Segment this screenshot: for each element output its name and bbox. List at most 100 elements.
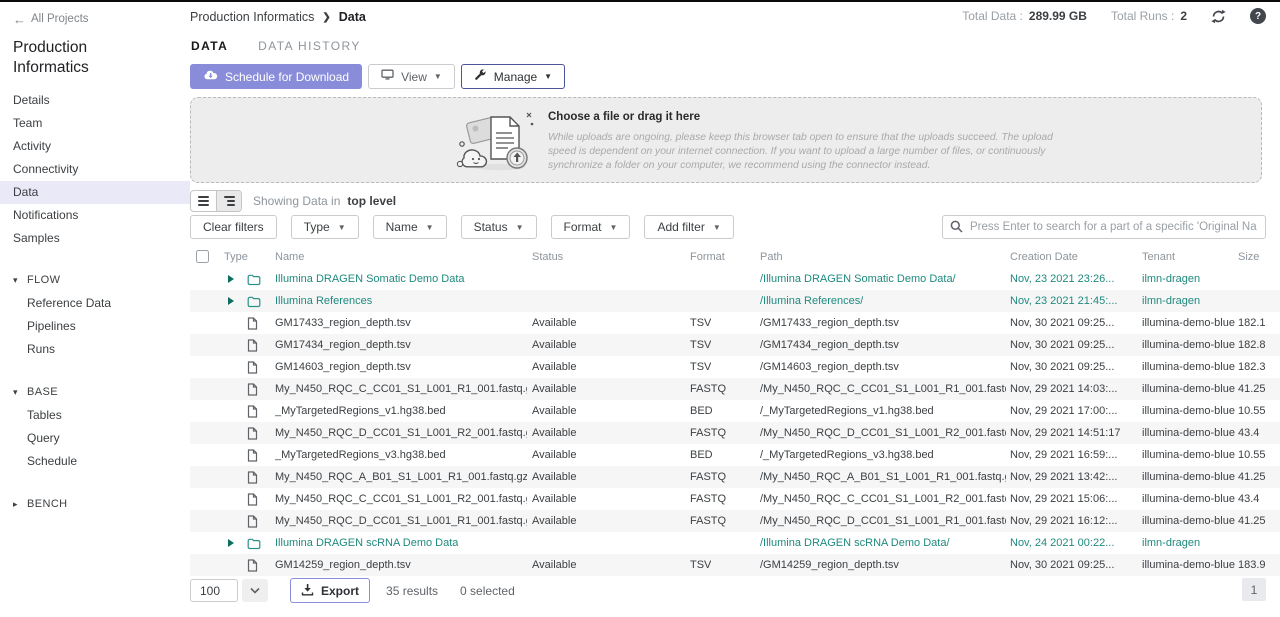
tab-data-history[interactable]: DATA HISTORY	[258, 39, 361, 53]
row-name-link[interactable]: Illumina References	[275, 290, 372, 312]
view-button[interactable]: View ▼	[368, 64, 455, 89]
sidebar-section-header-base[interactable]: ▾BASE	[0, 381, 190, 404]
table-row[interactable]: _MyTargetedRegions_v3.hg38.bedAvailableB…	[190, 444, 1280, 466]
file-icon	[247, 339, 258, 357]
column-header-creation-date[interactable]: Creation Date	[1010, 247, 1078, 268]
table-row[interactable]: GM17433_region_depth.tsvAvailableTSV/GM1…	[190, 312, 1280, 334]
table-row[interactable]: My_N450_RQC_A_B01_S1_L001_R1_001.fastq.g…	[190, 466, 1280, 488]
expand-caret-icon[interactable]	[228, 539, 234, 547]
sidebar-item-activity[interactable]: Activity	[0, 135, 190, 158]
breadcrumb-parent[interactable]: Production Informatics	[190, 10, 314, 24]
row-tenant: illumina-demo-blue	[1142, 312, 1235, 334]
row-format: FASTQ	[690, 510, 726, 532]
row-name-link[interactable]: _MyTargetedRegions_v1.hg38.bed	[275, 400, 446, 422]
row-name-link[interactable]: GM14259_region_depth.tsv	[275, 554, 411, 576]
row-name-link[interactable]: My_N450_RQC_D_CC01_S1_L001_R2_001.fastq.…	[275, 422, 527, 444]
sidebar-item-reference-data[interactable]: Reference Data	[0, 292, 190, 315]
row-name-link[interactable]: Illumina DRAGEN scRNA Demo Data	[275, 532, 458, 554]
table-row[interactable]: Illumina References/Illumina References/…	[190, 290, 1280, 312]
row-name-link[interactable]: GM14603_region_depth.tsv	[275, 356, 411, 378]
sidebar-item-runs[interactable]: Runs	[0, 338, 190, 361]
schedule-for-download-button[interactable]: Schedule for Download	[190, 64, 362, 89]
sidebar-item-connectivity[interactable]: Connectivity	[0, 158, 190, 181]
row-name-link[interactable]: My_N450_RQC_C_CC01_S1_L001_R1_001.fastq.…	[275, 378, 527, 400]
total-runs-label: Total Runs :	[1111, 9, 1174, 23]
row-name-link[interactable]: My_N450_RQC_D_CC01_S1_L001_R1_001.fastq.…	[275, 510, 527, 532]
help-icon[interactable]: ?	[1250, 8, 1266, 24]
row-path: /Illumina DRAGEN Somatic Demo Data/	[760, 268, 956, 290]
table-row[interactable]: Illumina DRAGEN scRNA Demo Data/Illumina…	[190, 532, 1280, 554]
filter-dropdown-label: Name	[386, 220, 418, 234]
sidebar: ← All Projects Production Informatics De…	[0, 2, 190, 617]
table-row[interactable]: GM17434_region_depth.tsvAvailableTSV/GM1…	[190, 334, 1280, 356]
column-header-status[interactable]: Status	[532, 247, 563, 268]
clear-filters-button[interactable]: Clear filters	[190, 215, 277, 239]
all-projects-back-link[interactable]: ← All Projects	[0, 11, 190, 27]
table-row[interactable]: Illumina DRAGEN Somatic Demo Data/Illumi…	[190, 268, 1280, 290]
sidebar-section-header-bench[interactable]: ▸BENCH	[0, 493, 190, 516]
table-row[interactable]: My_N450_RQC_D_CC01_S1_L001_R1_001.fastq.…	[190, 510, 1280, 532]
sidebar-item-notifications[interactable]: Notifications	[0, 204, 190, 227]
tab-data[interactable]: DATA	[191, 39, 228, 53]
row-name-link[interactable]: My_N450_RQC_A_B01_S1_L001_R1_001.fastq.g…	[275, 466, 527, 488]
sidebar-section-header-flow[interactable]: ▾FLOW	[0, 269, 190, 292]
sidebar-item-query[interactable]: Query	[0, 427, 190, 450]
file-icon	[247, 449, 258, 467]
column-header-name[interactable]: Name	[275, 247, 304, 268]
row-name-link[interactable]: My_N450_RQC_C_CC01_S1_L001_R2_001.fastq.…	[275, 488, 527, 510]
row-size: 41.25	[1238, 378, 1280, 400]
filter-dropdown-name[interactable]: Name▼	[373, 215, 447, 239]
sidebar-item-pipelines[interactable]: Pipelines	[0, 315, 190, 338]
sidebar-item-samples[interactable]: Samples	[0, 227, 190, 250]
row-name-link[interactable]: Illumina DRAGEN Somatic Demo Data	[275, 268, 465, 290]
row-name-link[interactable]: GM17433_region_depth.tsv	[275, 312, 411, 334]
table-row[interactable]: _MyTargetedRegions_v1.hg38.bedAvailableB…	[190, 400, 1280, 422]
row-format: FASTQ	[690, 466, 726, 488]
filter-dropdown-add-filter[interactable]: Add filter▼	[644, 215, 733, 239]
table-row[interactable]: GM14259_region_depth.tsvAvailableTSV/GM1…	[190, 554, 1280, 576]
sidebar-section-flow: ▾FLOWReference DataPipelinesRuns	[0, 269, 190, 361]
export-button[interactable]: Export	[290, 578, 370, 603]
expand-caret-icon[interactable]	[228, 297, 234, 305]
row-name-link[interactable]: _MyTargetedRegions_v3.hg38.bed	[275, 444, 446, 466]
sidebar-item-data[interactable]: Data	[0, 181, 190, 204]
table-row[interactable]: GM14603_region_depth.tsvAvailableTSV/GM1…	[190, 356, 1280, 378]
table-row[interactable]: My_N450_RQC_D_CC01_S1_L001_R2_001.fastq.…	[190, 422, 1280, 444]
filter-dropdown-format[interactable]: Format▼	[551, 215, 631, 239]
table-row[interactable]: My_N450_RQC_C_CC01_S1_L001_R1_001.fastq.…	[190, 378, 1280, 400]
file-dropzone[interactable]: Choose a file or drag it here While uplo…	[190, 97, 1262, 183]
view-button-label: View	[401, 70, 427, 84]
manage-button[interactable]: Manage ▼	[461, 64, 565, 89]
row-status: Available	[532, 312, 576, 334]
search-input[interactable]	[942, 215, 1266, 239]
expand-caret-icon[interactable]	[228, 275, 234, 283]
page-size-chevron[interactable]	[242, 579, 268, 602]
tree-list-icon[interactable]	[216, 191, 241, 211]
sidebar-item-details[interactable]: Details	[0, 89, 190, 112]
filter-dropdown-status[interactable]: Status▼	[461, 215, 537, 239]
page-size-select[interactable]: 100	[190, 579, 238, 602]
total-data: Total Data : 289.99 GB	[962, 9, 1087, 23]
hamburger-icon	[198, 196, 209, 205]
row-name-link[interactable]: GM17434_region_depth.tsv	[275, 334, 411, 356]
table-row[interactable]: My_N450_RQC_C_CC01_S1_L001_R2_001.fastq.…	[190, 488, 1280, 510]
column-header-type[interactable]: Type	[224, 247, 248, 268]
file-icon	[247, 515, 258, 533]
refresh-icon[interactable]	[1211, 9, 1226, 24]
filter-dropdown-type[interactable]: Type▼	[291, 215, 359, 239]
column-header-format[interactable]: Format	[690, 247, 725, 268]
flat-list-icon[interactable]	[191, 191, 216, 211]
column-header-size[interactable]: Size	[1238, 247, 1259, 268]
sidebar-item-tables[interactable]: Tables	[0, 404, 190, 427]
section-label: BASE	[27, 380, 58, 404]
chevron-down-icon: ▼	[338, 223, 346, 232]
column-header-path[interactable]: Path	[760, 247, 783, 268]
export-button-label: Export	[321, 584, 359, 598]
toolbar: Schedule for Download View ▼	[190, 64, 565, 89]
back-arrow-icon: ←	[13, 13, 26, 26]
page-number-button[interactable]: 1	[1242, 578, 1266, 601]
sidebar-item-team[interactable]: Team	[0, 112, 190, 135]
sidebar-item-schedule[interactable]: Schedule	[0, 450, 190, 473]
column-header-tenant[interactable]: Tenant	[1142, 247, 1175, 268]
select-all-checkbox[interactable]	[196, 250, 209, 263]
